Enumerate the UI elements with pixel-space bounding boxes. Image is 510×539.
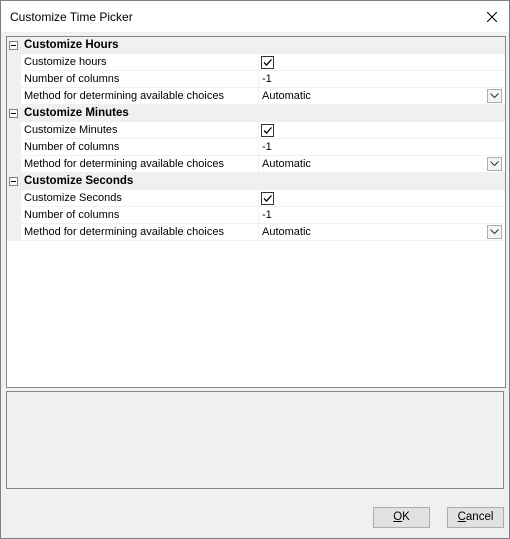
property-row-customize-seconds[interactable]: Customize Seconds — [21, 190, 505, 207]
chevron-down-icon — [490, 93, 499, 99]
property-name: Customize Seconds — [24, 192, 122, 204]
category-customize-minutes[interactable]: Customize Minutes — [7, 105, 505, 122]
dialog-window: Customize Time Picker Customize Hours Cu… — [0, 0, 510, 539]
method-dropdown-button[interactable] — [487, 225, 502, 239]
column-divider — [258, 139, 259, 156]
property-row-customize-hours[interactable]: Customize hours — [21, 54, 505, 71]
property-name: Method for determining available choices — [24, 226, 224, 238]
title-bar: Customize Time Picker — [1, 1, 509, 32]
property-row-number-of-columns[interactable]: Number of columns -1 — [21, 207, 505, 224]
category-label: Customize Hours — [24, 39, 119, 51]
column-divider — [258, 190, 259, 207]
customize-seconds-checkbox[interactable] — [261, 192, 274, 205]
ok-button[interactable]: OK — [373, 507, 430, 528]
column-divider — [258, 88, 259, 105]
ok-mnemonic: O — [393, 511, 403, 523]
property-row-method[interactable]: Method for determining available choices… — [21, 88, 505, 105]
column-divider — [258, 156, 259, 173]
column-divider — [258, 207, 259, 224]
category-customize-hours[interactable]: Customize Hours — [7, 37, 505, 54]
property-grid[interactable]: Customize Hours Customize hours Number o… — [6, 36, 506, 388]
cancel-label-rest: ancel — [465, 511, 494, 523]
chevron-down-icon — [490, 161, 499, 167]
number-of-columns-value[interactable]: -1 — [262, 73, 272, 85]
column-divider — [258, 224, 259, 241]
property-row-customize-minutes[interactable]: Customize Minutes — [21, 122, 505, 139]
checkmark-icon — [263, 59, 272, 66]
method-dropdown-button[interactable] — [487, 89, 502, 103]
chevron-down-icon — [490, 229, 499, 235]
close-icon — [487, 11, 497, 22]
column-divider — [258, 54, 259, 71]
property-name: Customize Minutes — [24, 124, 118, 136]
minus-icon[interactable] — [9, 41, 18, 50]
number-of-columns-value[interactable]: -1 — [262, 141, 272, 153]
checkmark-icon — [263, 127, 272, 134]
property-name: Method for determining available choices — [24, 90, 224, 102]
number-of-columns-value[interactable]: -1 — [262, 209, 272, 221]
property-row-method[interactable]: Method for determining available choices… — [21, 224, 505, 241]
checkmark-icon — [263, 195, 272, 202]
window-title: Customize Time Picker — [10, 10, 133, 24]
property-row-number-of-columns[interactable]: Number of columns -1 — [21, 139, 505, 156]
customize-hours-checkbox[interactable] — [261, 56, 274, 69]
method-value[interactable]: Automatic — [262, 158, 311, 170]
cancel-mnemonic: C — [457, 511, 466, 523]
method-value[interactable]: Automatic — [262, 90, 311, 102]
property-name: Customize hours — [24, 56, 107, 68]
property-name: Number of columns — [24, 209, 120, 221]
grid-gutter — [7, 37, 21, 241]
property-name: Number of columns — [24, 141, 120, 153]
property-name: Method for determining available choices — [24, 158, 224, 170]
cancel-button[interactable]: Cancel — [447, 507, 504, 528]
description-pane — [6, 391, 504, 489]
property-row-number-of-columns[interactable]: Number of columns -1 — [21, 71, 505, 88]
column-divider — [258, 122, 259, 139]
ok-label-rest: K — [402, 511, 410, 523]
category-label: Customize Seconds — [24, 175, 134, 187]
method-value[interactable]: Automatic — [262, 226, 311, 238]
method-dropdown-button[interactable] — [487, 157, 502, 171]
property-name: Number of columns — [24, 73, 120, 85]
category-customize-seconds[interactable]: Customize Seconds — [7, 173, 505, 190]
close-button[interactable] — [475, 1, 509, 32]
minus-icon[interactable] — [9, 177, 18, 186]
column-divider — [258, 71, 259, 88]
minus-icon[interactable] — [9, 109, 18, 118]
category-label: Customize Minutes — [24, 107, 129, 119]
property-row-method[interactable]: Method for determining available choices… — [21, 156, 505, 173]
customize-minutes-checkbox[interactable] — [261, 124, 274, 137]
